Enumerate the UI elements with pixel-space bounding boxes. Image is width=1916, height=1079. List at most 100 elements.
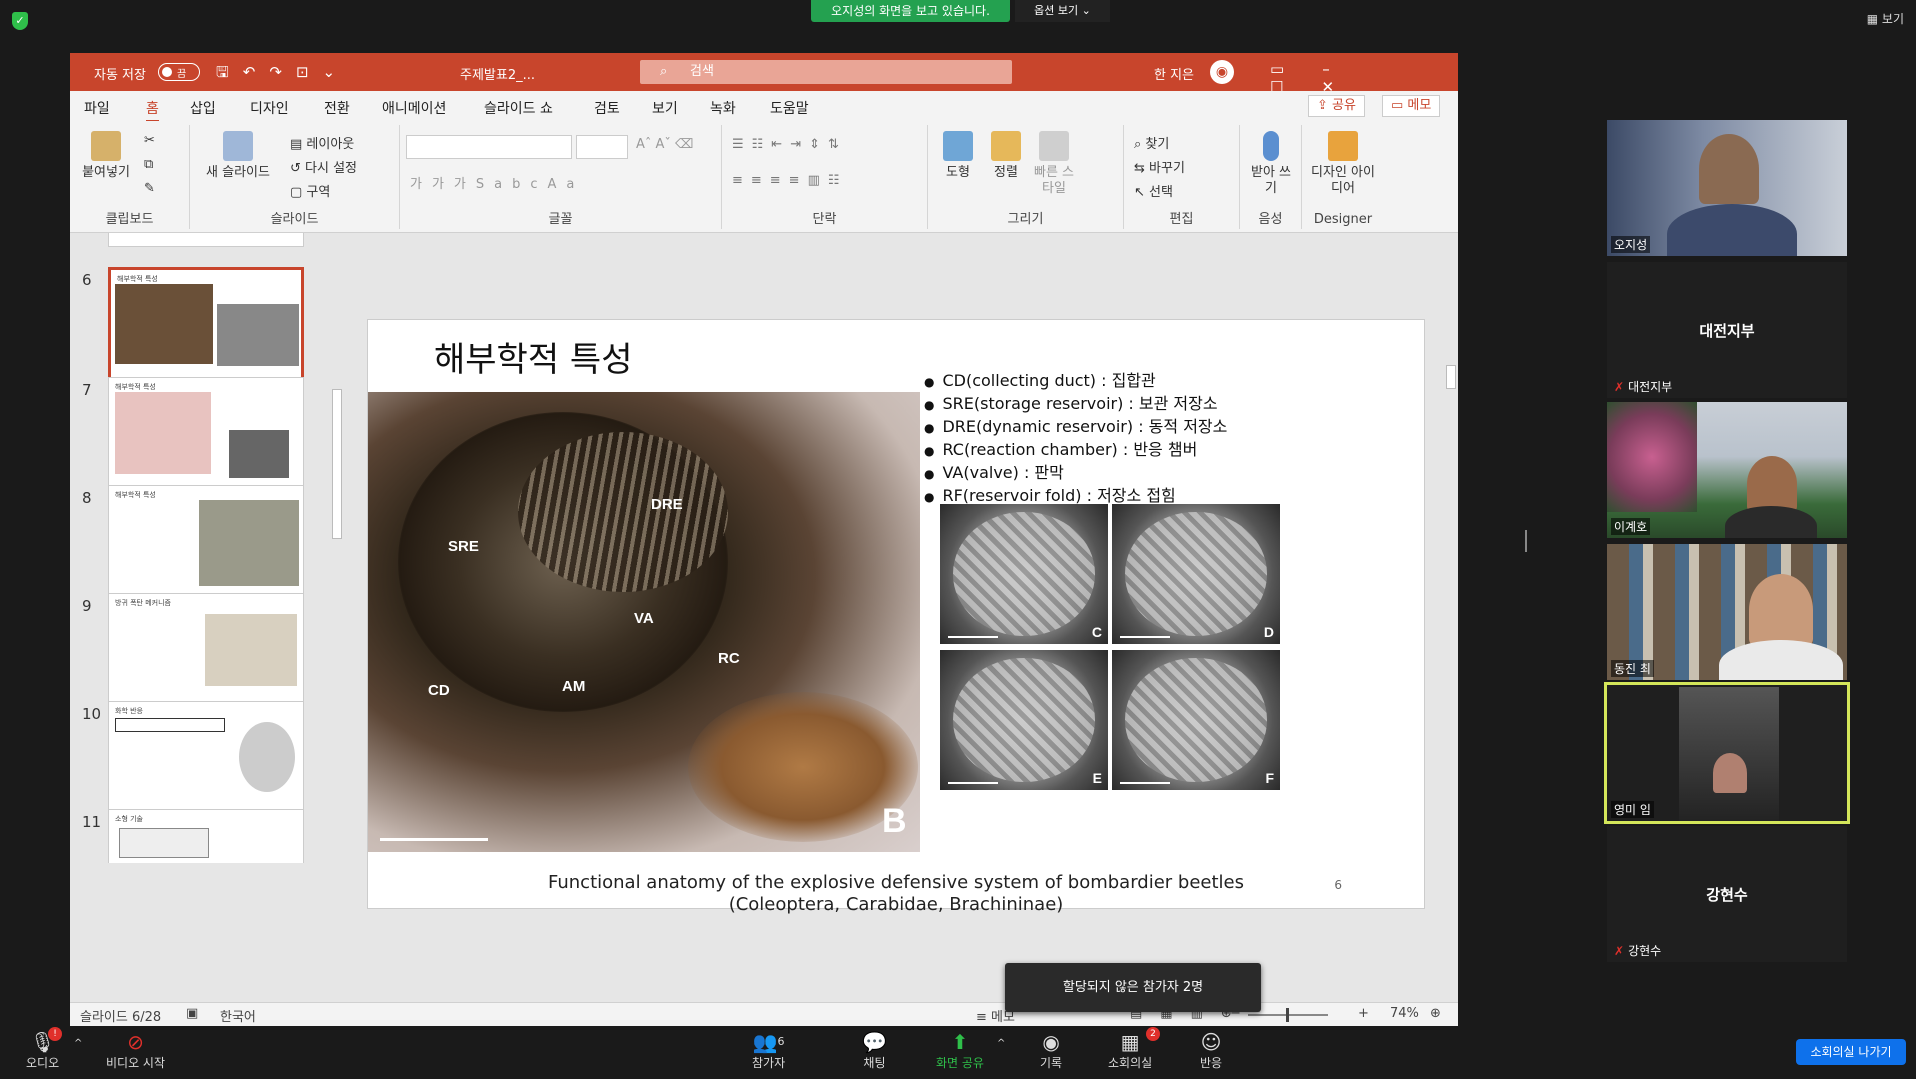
search-box[interactable]: ⌕ 검색 [640, 60, 1012, 84]
view-label: 보기 [1881, 12, 1904, 26]
group-clipboard: 붙여넣기 ✂ ⧉ ✎ 클립보드 [70, 125, 190, 229]
font-format-buttons[interactable]: 가가가SabcAa [410, 173, 584, 192]
save-icon[interactable]: 🖫 [216, 63, 243, 81]
leave-breakout-room-button[interactable]: 소회의실 나가기 [1796, 1039, 1906, 1065]
minimize-icon[interactable]: – [1322, 60, 1368, 78]
tab-review[interactable]: 검토 [594, 98, 620, 118]
breakout-rooms-button[interactable]: ▦ 2 소회의실 [1108, 1027, 1160, 1071]
share-button[interactable]: ⇪ 공유 [1308, 95, 1365, 117]
tab-view[interactable]: 보기 [652, 98, 678, 118]
participants-button[interactable]: 👥6 참가자 [752, 1030, 785, 1071]
font-name-box[interactable] [406, 135, 572, 159]
security-shield-icon[interactable]: ✓ [12, 12, 28, 30]
view-button[interactable]: ▦ 보기 [1867, 10, 1904, 27]
scrollbar-thumb[interactable] [1446, 365, 1456, 389]
quick-style-button[interactable]: 빠른 스타일 [1032, 131, 1076, 197]
autosave-toggle[interactable]: 끔 [158, 63, 200, 81]
customize-icon[interactable]: ⌄ [323, 63, 350, 81]
undo-icon[interactable]: ↶ [243, 63, 270, 81]
arrange-button[interactable]: 정렬 [984, 131, 1028, 181]
layout-button[interactable]: ▤ 레이아웃 [290, 133, 354, 152]
share-screen-button[interactable]: ⬆ 화면 공유 [936, 1030, 984, 1071]
participant-tile[interactable]: 오지성 [1607, 120, 1847, 256]
format-painter-icon[interactable]: ✎ [144, 181, 155, 196]
slide-title[interactable]: 해부학적 특성 [434, 332, 633, 381]
gallery-resize-handle[interactable] [1525, 530, 1527, 552]
section-button[interactable]: ▢ 구역 [290, 181, 330, 200]
tab-slideshow[interactable]: 슬라이드 쇼 [484, 98, 553, 118]
cut-icon[interactable]: ✂ [144, 133, 155, 148]
paste-button[interactable]: 붙여넣기 [78, 131, 134, 181]
thumbnail-slide-6[interactable]: 해부학적 특성 [108, 267, 304, 381]
fit-slide-icon[interactable]: ⊕ [1430, 1006, 1441, 1021]
list-buttons[interactable]: ☰☷⇤⇥⇕⇅ [732, 137, 847, 152]
reaction-icon: ☺ [1200, 1030, 1222, 1054]
design-ideas-button[interactable]: 디자인 아이디어 [1308, 131, 1378, 197]
sem-panel-c[interactable]: C [940, 504, 1108, 644]
zoom-plus-icon[interactable]: + [1358, 1006, 1369, 1021]
chat-button[interactable]: 💬 채팅 [862, 1030, 887, 1071]
tab-transitions[interactable]: 전환 [324, 98, 350, 118]
record-button[interactable]: ◉ 기록 [1040, 1030, 1062, 1071]
thumbnail-slide-7[interactable]: 해부학적 특성 [108, 377, 304, 487]
file-name[interactable]: 주제발표2_... [460, 64, 535, 83]
replace-button[interactable]: ⇆ 바꾸기 [1134, 157, 1185, 176]
thumbnail-slide-8[interactable]: 해부학적 특성 [108, 485, 304, 595]
shape-button[interactable]: 도형 [936, 131, 980, 181]
thumbnail-scrollbar[interactable] [330, 239, 344, 995]
start-video-button[interactable]: ⊘ 비디오 시작 [106, 1030, 165, 1071]
zoom-slider[interactable] [1248, 1008, 1328, 1022]
audio-button[interactable]: 🎙 ! 오디오 [26, 1027, 62, 1071]
participant-tile-active-speaker[interactable]: 영미 임 [1604, 682, 1850, 824]
participant-tile[interactable]: 이계호 [1607, 402, 1847, 538]
tab-animations[interactable]: 애니메이션 [382, 98, 446, 118]
tab-design[interactable]: 디자인 [250, 98, 289, 118]
tab-help[interactable]: 도움말 [770, 98, 809, 118]
dictate-button[interactable]: 받아 쓰기 [1246, 131, 1296, 197]
sem-panel-f[interactable]: F [1112, 650, 1280, 790]
slide-6[interactable]: 해부학적 특성 DRE SRE VA RC CD AM B CD(collect… [367, 319, 1425, 915]
participant-name: 강현수 [1628, 944, 1662, 958]
view-options-button[interactable]: 옵션 보기 ⌄ [1015, 0, 1110, 22]
thumbnail-slide-11[interactable]: 소형 기술 [108, 809, 304, 863]
participant-tile[interactable]: 대전지부 ✗ 대전지부 [1607, 262, 1847, 398]
thumbnail-image [229, 430, 289, 478]
zoom-slider-knob[interactable] [1286, 1008, 1289, 1022]
participant-tile[interactable]: 강현수 ✗ 강현수 [1607, 826, 1847, 962]
reaction-button[interactable]: ☺ 반응 [1200, 1030, 1222, 1071]
definition-list[interactable]: CD(collecting duct) : 집합관 SRE(storage re… [924, 370, 1227, 508]
find-button[interactable]: ⌕ 찾기 [1134, 133, 1169, 152]
canvas-scrollbar[interactable] [1444, 239, 1458, 995]
ribbon-display-icon[interactable]: ▭ [1270, 60, 1322, 78]
new-slide-button[interactable]: 새 슬라이드 [200, 131, 276, 181]
sem-panel-d[interactable]: D [1112, 504, 1280, 644]
thumbnail-slide-9[interactable]: 방귀 폭탄 메커니즘 [108, 593, 304, 703]
reset-button[interactable]: ↺ 다시 설정 [290, 157, 357, 176]
tab-record[interactable]: 녹화 [710, 98, 736, 118]
font-size-buttons[interactable]: Aˆ Aˇ ⌫ [636, 137, 693, 152]
tab-home[interactable]: 홈 [146, 98, 159, 123]
avatar[interactable]: ◉ [1210, 60, 1234, 84]
presentation-icon[interactable]: ⊡ [296, 63, 323, 81]
copy-icon[interactable]: ⧉ [144, 157, 153, 172]
select-button[interactable]: ↖ 선택 [1134, 181, 1173, 200]
share-options-chevron-icon[interactable]: ^ [997, 1038, 1005, 1049]
beetle-gland-photo[interactable]: DRE SRE VA RC CD AM B [368, 392, 920, 852]
audio-options-chevron-icon[interactable]: ^ [74, 1038, 82, 1049]
tab-insert[interactable]: 삽입 [190, 98, 216, 118]
align-buttons[interactable]: ≡≡≡≡▥☷ [732, 173, 848, 188]
audio-alert-badge: ! [48, 1027, 62, 1041]
thumbnail-slide-10[interactable]: 화학 반응 [108, 701, 304, 811]
slide-caption[interactable]: Functional anatomy of the explosive defe… [368, 872, 1424, 916]
font-size-box[interactable] [576, 135, 628, 159]
redo-icon[interactable]: ↷ [269, 63, 296, 81]
language-indicator[interactable]: 한국어 [220, 1006, 256, 1025]
sem-panel-e[interactable]: E [940, 650, 1108, 790]
accessibility-icon[interactable]: ▣ [186, 1006, 198, 1021]
scrollbar-thumb[interactable] [332, 389, 342, 539]
participant-tile[interactable]: 동진 최 [1607, 544, 1847, 680]
zoom-level[interactable]: 74% [1390, 1006, 1419, 1021]
memo-button[interactable]: ▭ 메모 [1382, 95, 1441, 117]
tab-file[interactable]: 파일 [84, 98, 110, 118]
thumbnail-partial[interactable] [108, 233, 304, 247]
